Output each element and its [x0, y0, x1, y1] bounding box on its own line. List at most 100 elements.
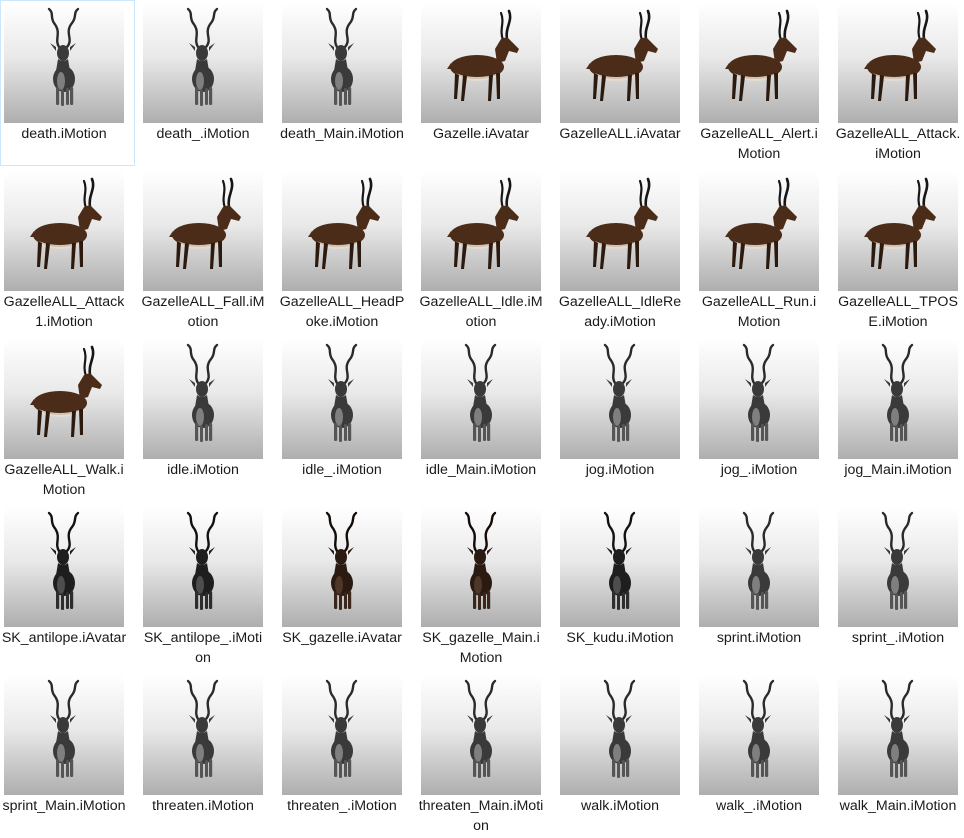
file-name: GazelleALL_TPOSE.iMotion [838, 294, 958, 330]
file-item[interactable]: Gazelle.iAvatar [417, 0, 552, 166]
file-item[interactable]: GazelleALL_Fall.iMotion [139, 168, 274, 334]
file-item[interactable]: GazelleALL_IdleReady.iMotion [556, 168, 691, 334]
antelope-front-view-icon [603, 511, 636, 610]
file-grid: death.iMotion death_.iMotion death_Main.iM… [0, 0, 964, 834]
file-name: GazelleALL_IdleReady.iMotion [558, 294, 682, 330]
file-item[interactable]: idle_.iMotion [278, 336, 413, 502]
file-item[interactable]: sprint_.iMotion [834, 504, 964, 670]
file-thumbnail [699, 675, 819, 795]
gazelle-side-view-icon [447, 9, 519, 101]
file-name: jog_.iMotion [720, 462, 798, 478]
file-name: GazelleALL_Fall.iMotion [141, 294, 265, 330]
file-item[interactable]: walk_.iMotion [695, 672, 830, 838]
file-item[interactable]: idle_Main.iMotion [417, 336, 552, 502]
file-name: GazelleALL_Alert.iMotion [700, 126, 818, 162]
antelope-front-view-icon [186, 343, 219, 442]
file-thumbnail [143, 675, 263, 795]
antelope-front-view-icon [742, 343, 775, 442]
file-item[interactable]: GazelleALL_Run.iMotion [695, 168, 830, 334]
file-thumbnail [699, 339, 819, 459]
file-item[interactable]: sprint.iMotion [695, 504, 830, 670]
file-thumbnail [421, 3, 541, 123]
antelope-front-view-icon [464, 679, 497, 778]
file-name: sprint.iMotion [716, 630, 802, 646]
file-thumbnail [282, 171, 402, 291]
file-thumbnail [143, 339, 263, 459]
file-item[interactable]: jog_Main.iMotion [834, 336, 964, 502]
file-item[interactable]: GazelleALL_HeadPoke.iMotion [278, 168, 413, 334]
file-thumbnail [421, 507, 541, 627]
file-item[interactable]: GazelleALL_TPOSE.iMotion [834, 168, 964, 334]
file-item[interactable]: idle.iMotion [139, 336, 274, 502]
file-item[interactable]: SK_kudu.iMotion [556, 504, 691, 670]
file-item[interactable]: SK_antilope.iAvatar [0, 504, 135, 670]
file-thumbnail [4, 339, 124, 459]
gazelle-side-view-icon [308, 177, 380, 269]
file-name: GazelleALL_Walk.iMotion [4, 462, 124, 498]
file-thumbnail [143, 171, 263, 291]
file-item[interactable]: death_Main.iMotion [278, 0, 413, 166]
file-name: SK_kudu.iMotion [566, 630, 674, 646]
file-name: GazelleALL_Attack1.iMotion [3, 294, 125, 330]
file-thumbnail [838, 339, 958, 459]
file-item[interactable]: GazelleALL_Walk.iMotion [0, 336, 135, 502]
file-name: GazelleALL_Idle.iMotion [419, 294, 543, 330]
antelope-front-view-icon [186, 679, 219, 778]
file-thumbnail [4, 507, 124, 627]
file-thumbnail [4, 675, 124, 795]
antelope-front-view-icon [742, 511, 775, 610]
antelope-front-view-icon [464, 343, 497, 442]
file-name: SK_gazelle_Main.iMotion [422, 630, 540, 666]
file-name: walk_.iMotion [716, 798, 802, 814]
gazelle-side-view-icon [30, 345, 102, 437]
file-item[interactable]: death_.iMotion [139, 0, 274, 166]
gazelle-side-view-icon [586, 9, 658, 101]
file-item[interactable]: threaten_.iMotion [278, 672, 413, 838]
file-item[interactable]: death.iMotion [0, 0, 135, 166]
file-item[interactable]: walk_Main.iMotion [834, 672, 964, 838]
file-thumbnail [421, 675, 541, 795]
file-item[interactable]: GazelleALL_Attack.iMotion [834, 0, 964, 166]
file-name: GazelleALL.iAvatar [559, 126, 681, 142]
gazelle-side-view-icon [725, 177, 797, 269]
file-item[interactable]: GazelleALL.iAvatar [556, 0, 691, 166]
antelope-front-view-icon [881, 343, 914, 442]
file-name: Gazelle.iAvatar [433, 126, 529, 142]
file-thumbnail [4, 171, 124, 291]
antelope-front-view-icon [47, 7, 80, 106]
file-item[interactable]: GazelleALL_Attack1.iMotion [0, 168, 135, 334]
file-name: GazelleALL_Run.iMotion [701, 294, 817, 330]
file-thumbnail [560, 675, 680, 795]
file-thumbnail [143, 507, 263, 627]
file-item[interactable]: jog_.iMotion [695, 336, 830, 502]
antelope-front-view-icon [186, 7, 219, 106]
file-item[interactable]: SK_gazelle.iAvatar [278, 504, 413, 670]
antelope-front-view-icon [325, 343, 358, 442]
file-thumbnail [699, 171, 819, 291]
file-thumbnail [560, 3, 680, 123]
file-item[interactable]: GazelleALL_Idle.iMotion [417, 168, 552, 334]
file-item[interactable]: sprint_Main.iMotion [0, 672, 135, 838]
file-item[interactable]: threaten.iMotion [139, 672, 274, 838]
file-item[interactable]: threaten_Main.iMotion [417, 672, 552, 838]
file-name: idle_.iMotion [302, 462, 382, 478]
file-name: walk_Main.iMotion [839, 798, 957, 814]
antelope-front-view-icon [881, 511, 914, 610]
antelope-front-view-icon [603, 679, 636, 778]
file-thumbnail [282, 507, 402, 627]
file-thumbnail [4, 3, 124, 123]
file-item[interactable]: walk.iMotion [556, 672, 691, 838]
file-thumbnail [838, 507, 958, 627]
file-item[interactable]: jog.iMotion [556, 336, 691, 502]
antelope-front-view-icon [742, 679, 775, 778]
gazelle-side-view-icon [864, 177, 936, 269]
file-name: SK_antilope_.iMotion [143, 630, 263, 666]
antelope-front-view-icon [881, 679, 914, 778]
file-thumbnail [282, 3, 402, 123]
file-thumbnail [838, 171, 958, 291]
file-item[interactable]: SK_antilope_.iMotion [139, 504, 274, 670]
file-name: threaten_.iMotion [287, 798, 397, 814]
file-item[interactable]: SK_gazelle_Main.iMotion [417, 504, 552, 670]
file-item[interactable]: GazelleALL_Alert.iMotion [695, 0, 830, 166]
gazelle-side-view-icon [30, 177, 102, 269]
